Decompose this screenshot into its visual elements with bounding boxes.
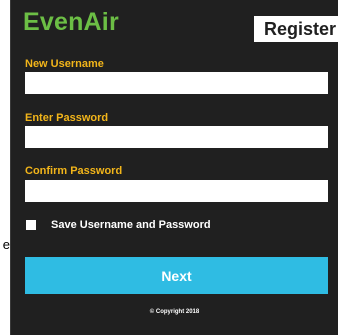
background-text-fragment: e: [0, 237, 10, 253]
username-input[interactable]: [25, 72, 328, 94]
remember-label[interactable]: Save Username and Password: [51, 218, 211, 232]
background-text: e: [2, 237, 10, 252]
app-logo: EvenAir: [23, 8, 119, 36]
copyright-text: © Copyright 2018: [149, 309, 200, 315]
next-button[interactable]: Next: [25, 257, 328, 294]
confirm-password-label: Confirm Password: [25, 165, 123, 177]
confirm-password-input[interactable]: [25, 180, 328, 202]
username-label: New Username: [25, 58, 104, 70]
remember-checkbox[interactable]: [26, 220, 36, 230]
register-panel: EvenAir Register New Username Enter Pass…: [10, 0, 338, 335]
page-title: Register: [253, 16, 338, 42]
panel-header: EvenAir Register: [11, 0, 338, 44]
password-label: Enter Password: [25, 112, 109, 124]
password-input[interactable]: [25, 126, 328, 148]
